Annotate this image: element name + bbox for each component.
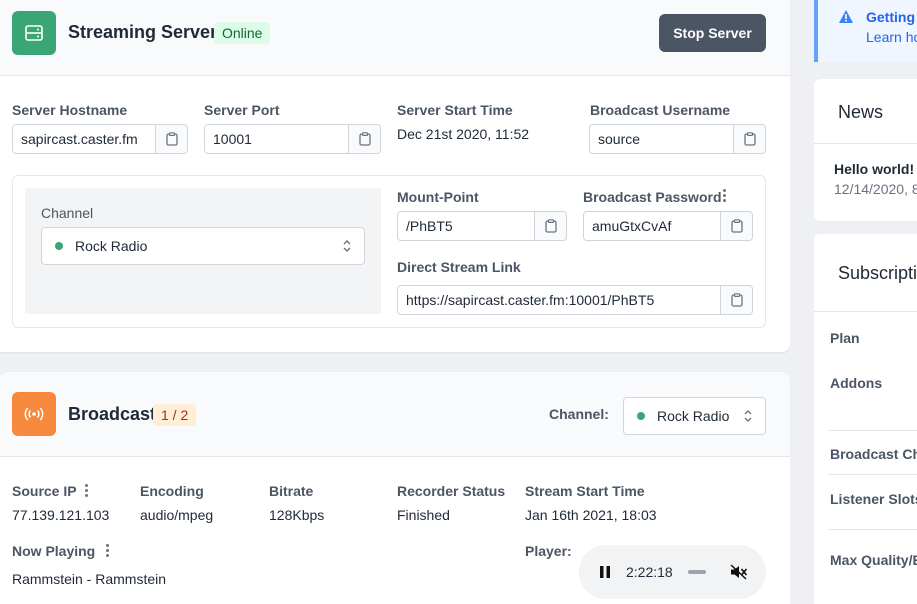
start-time-label: Server Start Time [397, 102, 513, 118]
password-label: Broadcast Password [583, 189, 722, 205]
subscription-card: Subscripti Plan Addons Broadcast Cha Lis… [814, 234, 917, 604]
stream-start-value: Jan 16th 2021, 18:03 [525, 507, 657, 523]
player-label: Player: [525, 543, 572, 559]
subscription-title: Subscripti [838, 263, 917, 283]
broadcast-channel-label: Channel: [549, 406, 609, 422]
broadcast-channels-label: Broadcast Cha [830, 446, 917, 462]
encoding-value: audio/mpeg [140, 507, 214, 523]
copy-hostname-button[interactable] [155, 125, 187, 153]
channel-status-dot [637, 412, 645, 420]
stream-link-value[interactable]: https://sapircast.caster.fm:10001/PhBT5 [398, 286, 720, 314]
hostname-field[interactable]: sapircast.caster.fm [12, 124, 188, 154]
now-playing-value: Rammstein - Rammstein [12, 571, 167, 587]
status-badge: Online [214, 22, 271, 44]
row-divider [828, 430, 917, 431]
recorder-status-value: Finished [397, 507, 450, 523]
password-field[interactable]: amuGtxCvAf [583, 211, 753, 241]
now-playing-label: Now Playing [12, 543, 96, 559]
select-chevrons-icon [743, 408, 753, 424]
pause-icon[interactable] [599, 565, 611, 579]
clipboard-icon [730, 293, 743, 307]
news-divider [814, 143, 917, 144]
progress-bar[interactable] [687, 570, 706, 574]
broadcast-channel-select[interactable]: Rock Radio [623, 397, 766, 435]
audio-player[interactable]: 2:22:18 [579, 545, 766, 599]
server-title: Streaming Server [68, 22, 218, 42]
clipboard-icon [165, 132, 178, 146]
channel-select-value: Rock Radio [75, 238, 148, 254]
mount-point-field[interactable]: /PhBT5 [397, 211, 567, 241]
hostname-value[interactable]: sapircast.caster.fm [13, 125, 155, 153]
channel-status-dot [55, 242, 63, 250]
getting-started-alert: Getting Learn ho [814, 0, 917, 62]
mount-point-value[interactable]: /PhBT5 [398, 212, 534, 240]
news-title: News [838, 102, 884, 122]
mount-point-label: Mount-Point [397, 189, 479, 205]
subscription-divider [814, 311, 917, 312]
copy-username-button[interactable] [733, 125, 765, 153]
plan-label: Plan [830, 330, 860, 346]
broadcast-count-badge: 1 / 2 [153, 404, 197, 426]
row-divider [828, 529, 917, 530]
source-ip-menu-icon[interactable] [85, 484, 88, 497]
alert-link[interactable]: Learn ho [866, 29, 917, 45]
source-ip-value: 77.139.121.103 [12, 507, 110, 523]
channel-label: Channel [41, 205, 94, 221]
clipboard-icon [743, 132, 756, 146]
stop-server-button[interactable]: Stop Server [659, 14, 766, 52]
news-item-title[interactable]: Hello world! [834, 161, 914, 177]
bitrate-label: Bitrate [269, 483, 314, 499]
copy-port-button[interactable] [348, 125, 380, 153]
port-field[interactable]: 10001 [204, 124, 381, 154]
copy-link-button[interactable] [720, 286, 752, 314]
broadcast-channel-value: Rock Radio [657, 408, 730, 424]
clipboard-icon [544, 219, 557, 233]
port-value[interactable]: 10001 [205, 125, 348, 153]
stream-link-field[interactable]: https://sapircast.caster.fm:10001/PhBT5 [397, 285, 753, 315]
hostname-label: Server Hostname [12, 102, 128, 118]
row-divider [828, 474, 917, 475]
username-label: Broadcast Username [590, 102, 731, 118]
password-menu-icon[interactable] [723, 189, 726, 202]
username-value[interactable]: source [590, 125, 733, 153]
broadcast-title: Broadcast [68, 404, 157, 424]
news-card: News Hello world! 12/14/2020, 8 [814, 79, 917, 221]
channel-select[interactable]: Rock Radio [41, 227, 365, 265]
copy-password-button[interactable] [720, 212, 752, 240]
now-playing-menu-icon[interactable] [106, 544, 109, 557]
stream-link-label: Direct Stream Link [397, 259, 521, 275]
recorder-status-label: Recorder Status [397, 483, 506, 499]
addons-label: Addons [830, 375, 883, 391]
max-quality-label: Max Quality/B [830, 552, 917, 568]
alert-title: Getting [866, 9, 915, 25]
select-chevrons-icon [342, 238, 352, 254]
clipboard-icon [358, 132, 371, 146]
copy-mount-button[interactable] [534, 212, 566, 240]
port-label: Server Port [204, 102, 280, 118]
mute-icon[interactable] [730, 564, 748, 580]
encoding-label: Encoding [140, 483, 204, 499]
player-time: 2:22:18 [626, 564, 673, 580]
username-field[interactable]: source [589, 124, 766, 154]
start-time-value: Dec 21st 2020, 11:52 [397, 126, 530, 142]
broadcast-icon [12, 392, 56, 436]
password-value[interactable]: amuGtxCvAf [584, 212, 720, 240]
source-ip-label: Source IP [12, 483, 77, 499]
server-icon [12, 11, 56, 55]
listener-slots-label: Listener Slots [830, 491, 917, 507]
clipboard-icon [730, 219, 743, 233]
bitrate-value: 128Kbps [269, 507, 325, 523]
news-item-date: 12/14/2020, 8 [834, 181, 917, 197]
warning-icon [838, 9, 854, 29]
stream-start-label: Stream Start Time [525, 483, 645, 499]
